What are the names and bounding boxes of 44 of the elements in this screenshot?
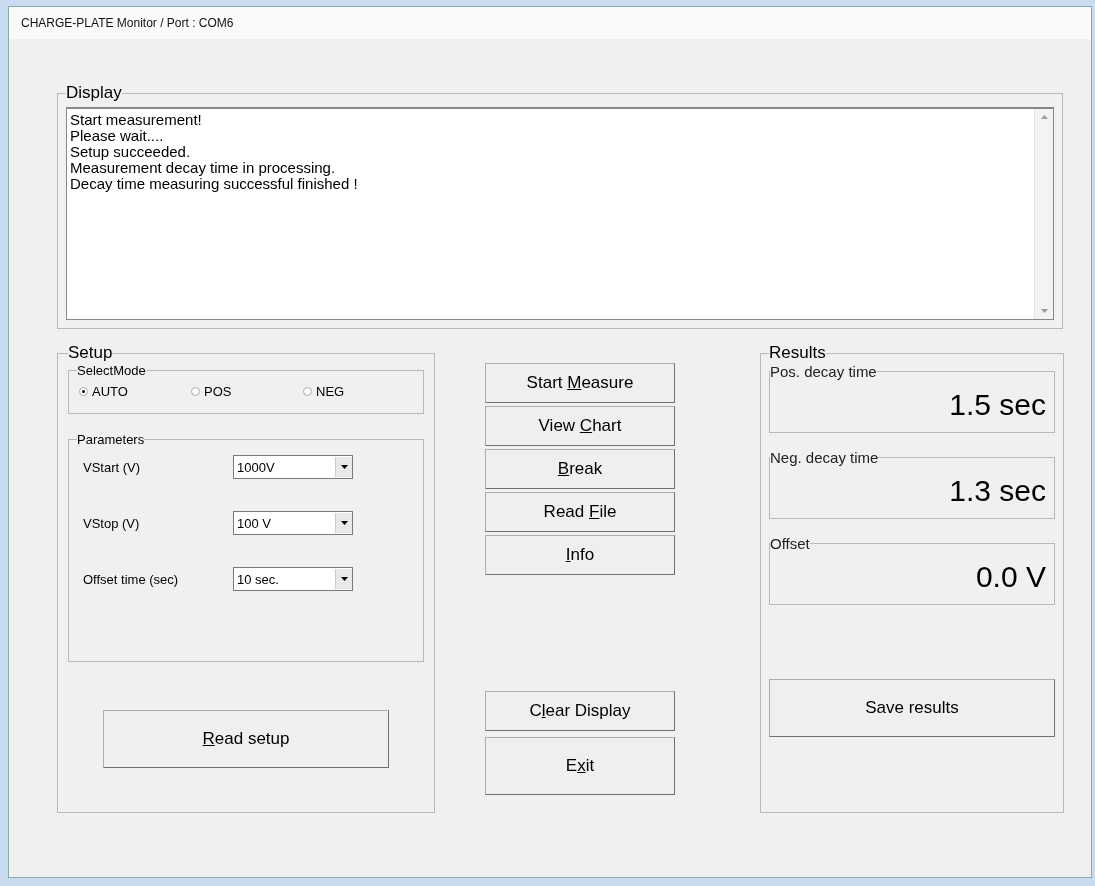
group-title: Parameters (77, 432, 145, 447)
scroll-up-icon[interactable] (1040, 115, 1048, 119)
result-label: Offset (770, 535, 810, 552)
field-label: Offset time (sec) (82, 571, 180, 587)
result-label: Neg. decay time (770, 449, 879, 466)
group-title: SelectMode (77, 363, 146, 378)
dropdown-field[interactable]: 100 V (233, 511, 353, 535)
action-button[interactable]: Read File (485, 492, 675, 532)
radio-option[interactable]: POS (191, 384, 303, 399)
action-button[interactable]: Exit (485, 737, 675, 795)
group-title: Setup (68, 343, 113, 363)
log-line: Measurement decay time in processing. (70, 160, 336, 176)
radio-option[interactable]: NEG (303, 384, 415, 399)
radio-icon[interactable] (79, 387, 88, 396)
log-line: Please wait.... (70, 128, 164, 144)
field-label: VStop (V) (82, 515, 141, 531)
action-button[interactable]: Start Measure (485, 363, 675, 403)
action-button[interactable]: View Chart (485, 406, 675, 446)
dropdown-field[interactable]: 1000V (233, 455, 353, 479)
scroll-down-icon[interactable] (1040, 309, 1048, 313)
dropdown-arrow-icon[interactable] (340, 521, 348, 525)
radio-option[interactable]: AUTO (79, 384, 191, 399)
log-line: Start measurement! (70, 112, 202, 128)
action-button[interactable]: Break (485, 449, 675, 489)
dropdown-field[interactable]: 10 sec. (233, 567, 353, 591)
dropdown-arrow-icon[interactable] (340, 577, 348, 581)
result-value: 1.5 sec (949, 387, 1046, 422)
log-line: Decay time measuring successful finished ! (70, 176, 358, 192)
dropdown-arrow-icon[interactable] (340, 465, 348, 469)
action-button[interactable]: Info (485, 535, 675, 575)
group-title: Results (769, 343, 826, 363)
action-button[interactable]: Clear Display (485, 691, 675, 731)
result-label: Pos. decay time (770, 363, 877, 380)
scrollbar[interactable] (1034, 109, 1053, 319)
read-setup-button[interactable]: Read setup (103, 710, 389, 768)
radio-icon[interactable] (303, 387, 312, 396)
result-value: 1.3 sec (949, 473, 1046, 508)
group-title: Display (66, 83, 122, 103)
save-results-button[interactable]: Save results (769, 679, 1055, 737)
field-label: VStart (V) (82, 459, 142, 475)
window-title: CHARGE-PLATE Monitor / Port : COM6 (9, 7, 1091, 39)
result-value: 0.0 V (975, 559, 1046, 594)
radio-icon[interactable] (191, 387, 200, 396)
log-line: Setup succeeded. (70, 144, 191, 160)
